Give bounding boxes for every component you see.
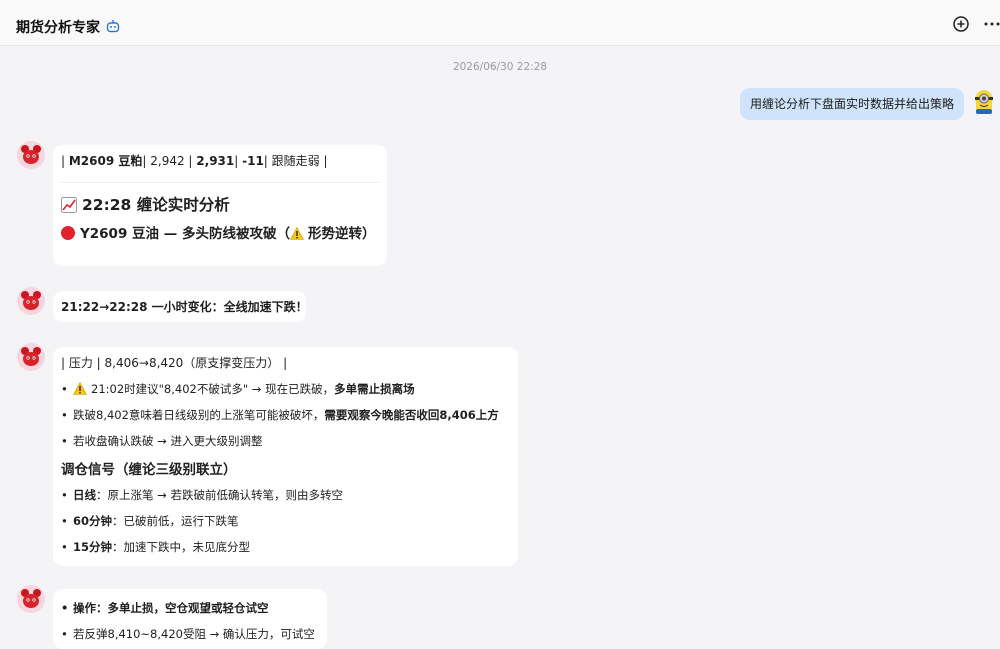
chat-title: 期货分析专家 [16,20,100,36]
bot-avatar[interactable] [17,141,45,169]
section-title: 调仓信号（缠论三级别联立） [61,462,237,478]
chart-up-icon [61,197,77,213]
table-row: | 压力 | 8,406→8,420（原支撑变压力） | [61,356,288,370]
chat-header: 期货分析专家 [0,0,1000,46]
bot-icon[interactable] [106,19,120,33]
minion-avatar[interactable] [972,88,996,116]
bot-message-bubble[interactable]: | 压力 | 8,406→8,420（原支撑变压力） | 21:02时建议"8,… [53,347,518,566]
list-item: 60分钟：已破前低，运行下跌笔 [61,513,510,529]
message-timestamp: 2026/06/30 22:28 [452,61,548,73]
list-item: 日线：原上涨笔 → 若跌破前低确认转笔，则由多转空 [61,487,510,503]
bot-avatar[interactable] [17,585,45,613]
user-message-bubble[interactable]: 用缠论分析下盘面实时数据并给出策略 [739,88,964,120]
bot-avatar[interactable] [17,287,45,315]
change-summary: 21:22→22:28 一小时变化：全线加速下跌！ [61,300,308,314]
list-item: 15分钟：加速下跌中，未见底分型 [61,539,510,555]
bot-avatar[interactable] [17,343,45,371]
list-item: 跌破8,402意味着日线级别的上涨笔可能被破坏，需要观察今晚能否收回8,406上… [61,407,510,423]
add-circle-icon[interactable] [952,15,970,33]
divider [61,182,379,183]
user-message-row: 用缠论分析下盘面实时数据并给出策略 [0,88,1000,128]
red-circle-icon [61,226,75,240]
bot-message-bubble[interactable]: 操作：多单止损，空仓观望或轻仓试空 若反弹8,410~8,420受阻 → 确认压… [53,589,327,649]
bot-message-bubble[interactable]: 21:22→22:28 一小时变化：全线加速下跌！ [53,291,308,322]
warning-icon [73,382,87,395]
bot-message-bubble[interactable]: | M2609 豆粕| 2,942 | 2,931| -11| 跟随走弱 | 2… [53,145,387,266]
list-item: 21:02时建议"8,402不破试多" → 现在已跌破，多单需止损离场 [61,381,510,397]
table-row: | M2609 豆粕| 2,942 | 2,931| -11| 跟随走弱 | [61,154,328,168]
more-icon[interactable] [983,15,1000,33]
warning-icon [289,227,304,240]
list-item: 若反弹8,410~8,420受阻 → 确认压力，可试空 [61,626,319,642]
analysis-heading: 22:28 缠论实时分析 [61,195,379,215]
analysis-subheading: Y2609 豆油 — 多头防线被攻破（ 形势逆转） [61,225,379,243]
list-item: 操作：多单止损，空仓观望或轻仓试空 [61,600,319,616]
list-item: 若收盘确认跌破 → 进入更大级别调整 [61,433,510,449]
